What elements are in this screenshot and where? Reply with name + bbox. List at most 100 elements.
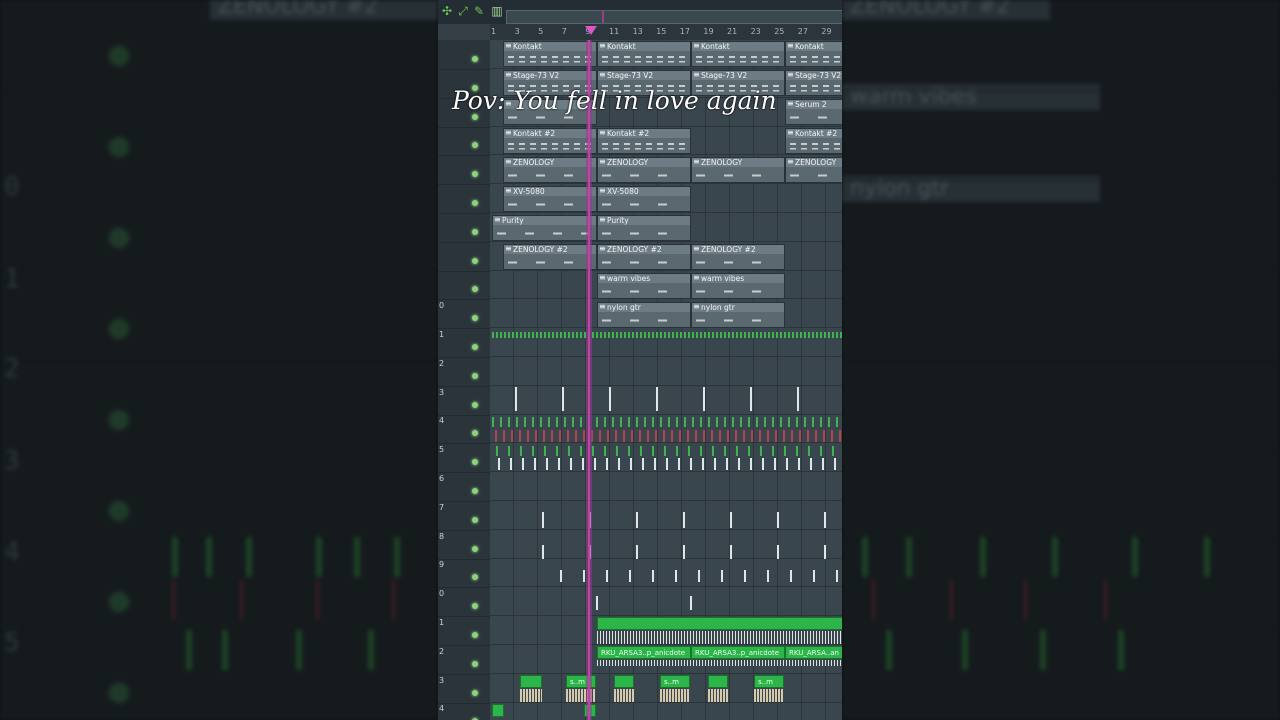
pattern-clip[interactable]: ZENOLOGY <box>785 157 842 183</box>
track-mute-led-icon[interactable] <box>472 574 478 581</box>
drum-hit <box>556 446 558 456</box>
playlist-grid[interactable]: Kontakt Kontakt Kontakt Kontakt Stage-73… <box>490 40 842 720</box>
audio-clip[interactable]: RKU_ARSA..an <box>785 646 842 659</box>
playhead-line[interactable] <box>588 40 590 720</box>
pattern-clip[interactable]: ZENOLOGY <box>597 157 691 183</box>
track-header[interactable] <box>438 213 490 243</box>
track-mute-led-icon[interactable] <box>472 372 478 379</box>
pattern-clip[interactable]: warm vibes <box>691 273 785 299</box>
track-header[interactable]: 9 <box>438 558 490 589</box>
audio-clip[interactable]: RKU_ARSA3..p_anicdote <box>691 646 785 659</box>
track-mute-led-icon[interactable] <box>472 315 478 322</box>
track-header[interactable]: 7 <box>438 501 490 531</box>
pattern-clip[interactable]: Serum 2 <box>785 99 842 125</box>
pattern-clip[interactable]: warm vibes <box>597 273 691 299</box>
track-mute-led-icon[interactable] <box>472 660 478 667</box>
pencil-icon[interactable]: ✎ <box>472 4 486 18</box>
drum-hit <box>698 570 700 582</box>
track-header[interactable]: 8 <box>438 530 490 560</box>
pattern-clip[interactable]: nylon gtr <box>691 302 785 328</box>
pattern-clip[interactable]: Kontakt <box>785 41 842 67</box>
track-mute-led-icon[interactable] <box>472 257 478 264</box>
audio-clip-short[interactable] <box>520 675 542 688</box>
track-header[interactable] <box>438 155 490 186</box>
audio-clip[interactable] <box>597 617 842 630</box>
audio-clip-short[interactable]: s..m <box>660 675 690 688</box>
pattern-clip[interactable]: ZENOLOGY #2 <box>691 244 785 270</box>
track-header[interactable]: 0 <box>438 299 490 330</box>
ruler-tick-label: 27 <box>797 27 808 36</box>
audio-clip-short[interactable] <box>708 675 728 688</box>
track-header[interactable]: 4 <box>438 702 490 720</box>
bars-icon[interactable]: ▥ <box>490 4 504 18</box>
pattern-clip[interactable]: Kontakt #2 <box>785 128 842 154</box>
track-header[interactable]: 4 <box>438 414 490 445</box>
pattern-clip[interactable]: ZENOLOGY #2 <box>503 244 597 270</box>
track-header[interactable]: 0 <box>438 587 490 618</box>
pattern-clip[interactable]: Kontakt <box>691 41 785 67</box>
track-header[interactable] <box>438 270 490 301</box>
track-header[interactable]: 3 <box>438 386 490 416</box>
track-mute-led-icon[interactable] <box>472 401 478 408</box>
track-number: 9 <box>439 560 445 570</box>
drum-hit <box>750 387 752 411</box>
audio-clip-short[interactable] <box>492 704 504 717</box>
track-header[interactable]: 6 <box>438 472 490 502</box>
track-mute-led-icon[interactable] <box>472 603 478 610</box>
snap-icon[interactable]: ✣ <box>440 4 454 18</box>
pattern-clip[interactable]: ZENOLOGY #2 <box>597 244 691 270</box>
track-mute-led-icon[interactable] <box>472 344 478 350</box>
track-mute-led-icon[interactable] <box>472 200 478 206</box>
drum-hit <box>730 545 732 559</box>
song-overview-scrollbar[interactable] <box>506 10 842 24</box>
track-header[interactable] <box>438 242 490 272</box>
track-header[interactable] <box>438 126 490 157</box>
track-header[interactable] <box>438 40 490 70</box>
timeline-ruler[interactable]: 1 3 5 7 9 11 13 15 17 19 21 23 25 27 29 <box>490 24 842 40</box>
track-header[interactable]: 2 <box>438 357 490 387</box>
track-header[interactable]: 3 <box>438 674 490 704</box>
pattern-clip[interactable]: XV-5080 <box>503 186 597 212</box>
track-header[interactable]: 1 <box>438 616 490 646</box>
track-header[interactable]: 2 <box>438 645 490 675</box>
audio-clip-short[interactable] <box>614 675 634 688</box>
pattern-clip[interactable]: Purity <box>597 215 691 241</box>
track-mute-led-icon[interactable] <box>472 488 478 494</box>
pattern-clip[interactable]: ZENOLOGY <box>691 157 785 183</box>
pattern-clip[interactable]: nylon gtr <box>597 302 691 328</box>
drum-hit <box>824 545 826 559</box>
track-mute-led-icon[interactable] <box>472 430 478 437</box>
drum-hit <box>813 570 815 582</box>
pattern-clip[interactable]: Purity <box>492 215 597 241</box>
playhead-marker-icon[interactable] <box>585 26 597 35</box>
track-mute-led-icon[interactable] <box>472 632 478 638</box>
pattern-clip[interactable]: ZENOLOGY <box>503 157 597 183</box>
pattern-clip[interactable]: Kontakt #2 <box>597 128 691 154</box>
drum-hit <box>580 446 582 456</box>
pattern-clip[interactable]: Stage-73 V2 <box>785 70 842 96</box>
track-mute-led-icon[interactable] <box>472 689 478 696</box>
track-mute-led-icon[interactable] <box>472 545 478 552</box>
track-header[interactable]: 5 <box>438 443 490 474</box>
drum-hit <box>786 458 788 470</box>
track-mute-led-icon[interactable] <box>472 459 478 466</box>
pattern-clip[interactable]: Kontakt <box>597 41 691 67</box>
track-mute-led-icon[interactable] <box>472 56 478 62</box>
track-mute-led-icon[interactable] <box>472 516 478 523</box>
drum-hit <box>546 458 548 470</box>
track-mute-led-icon[interactable] <box>472 286 478 293</box>
audio-clip-short[interactable]: s..m <box>754 675 784 688</box>
pattern-clip[interactable]: Kontakt #2 <box>503 128 597 154</box>
track-header[interactable] <box>438 184 490 214</box>
track-mute-led-icon[interactable] <box>472 142 478 149</box>
pattern-clip[interactable]: XV-5080 <box>597 186 691 212</box>
pattern-clip[interactable]: Kontakt <box>503 41 597 67</box>
track-mute-led-icon[interactable] <box>472 228 478 235</box>
drum-hit <box>544 332 546 338</box>
backdrop-row-number: 1 <box>4 264 20 294</box>
drum-hit <box>692 417 694 427</box>
tools-icon[interactable]: ⤢ <box>456 4 470 18</box>
track-mute-led-icon[interactable] <box>472 171 478 178</box>
track-header[interactable]: 1 <box>438 328 490 358</box>
audio-clip[interactable]: RKU_ARSA3..p_anicdote <box>597 646 691 659</box>
